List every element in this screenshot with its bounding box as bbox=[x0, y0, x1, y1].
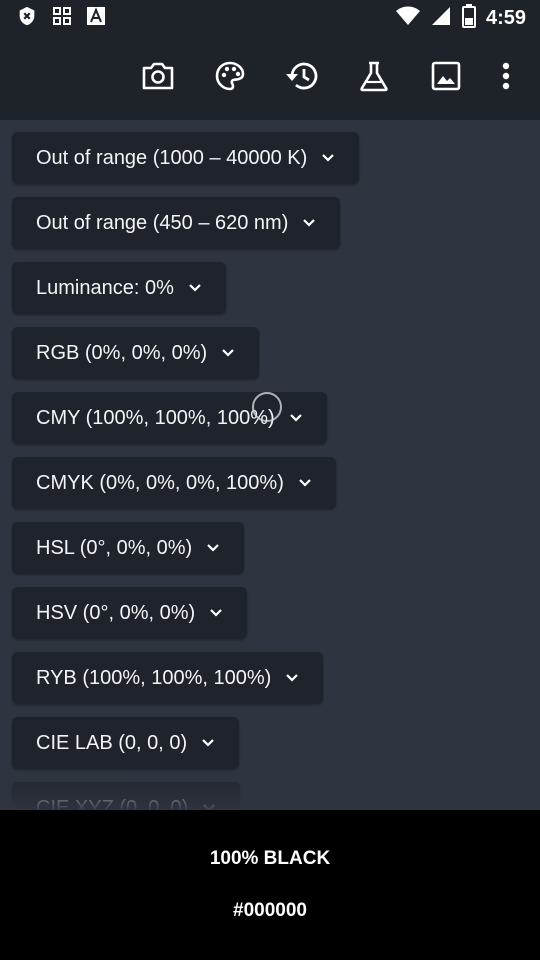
camera-button[interactable] bbox=[122, 36, 194, 120]
flask-button[interactable] bbox=[338, 36, 410, 120]
color-item-cmyk[interactable]: CMYK (0%, 0%, 0%, 100%) bbox=[12, 457, 336, 509]
color-hex: #000000 bbox=[233, 900, 307, 921]
color-item-label: CMYK (0%, 0%, 0%, 100%) bbox=[36, 471, 284, 494]
color-item-label: RGB (0%, 0%, 0%) bbox=[36, 341, 208, 364]
color-info-list: Out of range (1000 – 40000 K) Out of ran… bbox=[0, 120, 540, 810]
image-icon bbox=[431, 61, 461, 96]
chevron-down-icon bbox=[206, 543, 220, 553]
color-item-rgb[interactable]: RGB (0%, 0%, 0%) bbox=[12, 327, 260, 379]
grid-icon bbox=[52, 6, 72, 31]
chevron-down-icon bbox=[321, 153, 335, 163]
palette-icon bbox=[214, 60, 246, 97]
color-item-label: Luminance: 0% bbox=[36, 276, 174, 299]
battery-icon bbox=[461, 3, 476, 33]
chevron-down-icon bbox=[298, 478, 312, 488]
status-time: 4:59 bbox=[485, 6, 526, 29]
color-item-cie-lab[interactable]: CIE LAB (0, 0, 0) bbox=[12, 717, 240, 769]
chevron-down-icon bbox=[209, 608, 223, 618]
history-button[interactable] bbox=[266, 36, 338, 120]
color-item-label: CMY (100%, 100%, 100%) bbox=[36, 406, 275, 429]
chevron-down-icon bbox=[302, 218, 316, 228]
palette-button[interactable] bbox=[194, 36, 266, 120]
status-bar: 4:59 bbox=[0, 0, 540, 36]
chevron-down-icon bbox=[188, 283, 202, 293]
history-icon bbox=[285, 60, 319, 97]
color-item-hsv[interactable]: HSV (0°, 0%, 0%) bbox=[12, 587, 248, 639]
chevron-down-icon bbox=[201, 738, 215, 748]
more-options-button[interactable] bbox=[482, 36, 530, 120]
color-item-label: HSL (0°, 0%, 0%) bbox=[36, 536, 193, 559]
chevron-down-icon bbox=[285, 673, 299, 683]
color-item-label: Out of range (450 – 620 nm) bbox=[36, 211, 289, 234]
close-badge-icon bbox=[16, 5, 38, 32]
color-item-label: RYB (100%, 100%, 100%) bbox=[36, 666, 272, 689]
color-item-cie-xyz[interactable]: CIE XYZ (0, 0, 0) bbox=[12, 782, 241, 811]
signal-icon bbox=[430, 5, 452, 32]
color-item-temperature[interactable]: Out of range (1000 – 40000 K) bbox=[12, 132, 360, 184]
color-item-luminance[interactable]: Luminance: 0% bbox=[12, 262, 226, 314]
color-item-label: HSV (0°, 0%, 0%) bbox=[36, 601, 196, 624]
chevron-down-icon bbox=[289, 413, 303, 423]
color-item-label: CIE XYZ (0, 0, 0) bbox=[36, 796, 189, 811]
wifi-icon bbox=[395, 6, 420, 31]
camera-icon bbox=[141, 61, 175, 96]
color-item-label: CIE LAB (0, 0, 0) bbox=[36, 731, 188, 754]
image-button[interactable] bbox=[410, 36, 482, 120]
color-item-ryb[interactable]: RYB (100%, 100%, 100%) bbox=[12, 652, 324, 704]
more-vert-icon bbox=[501, 62, 511, 95]
chevron-down-icon bbox=[221, 348, 235, 358]
loading-spinner-icon bbox=[252, 392, 282, 422]
color-item-label: Out of range (1000 – 40000 K) bbox=[36, 146, 308, 169]
color-item-hsl[interactable]: HSL (0°, 0%, 0%) bbox=[12, 522, 245, 574]
color-item-wavelength[interactable]: Out of range (450 – 620 nm) bbox=[12, 197, 341, 249]
flask-icon bbox=[359, 60, 389, 97]
color-swatch-footer: 100% BLACK #000000 bbox=[0, 810, 540, 960]
chevron-down-icon bbox=[202, 803, 216, 810]
toolbar bbox=[0, 36, 540, 120]
text-a-icon bbox=[86, 6, 106, 31]
color-name: 100% BLACK bbox=[209, 848, 331, 869]
